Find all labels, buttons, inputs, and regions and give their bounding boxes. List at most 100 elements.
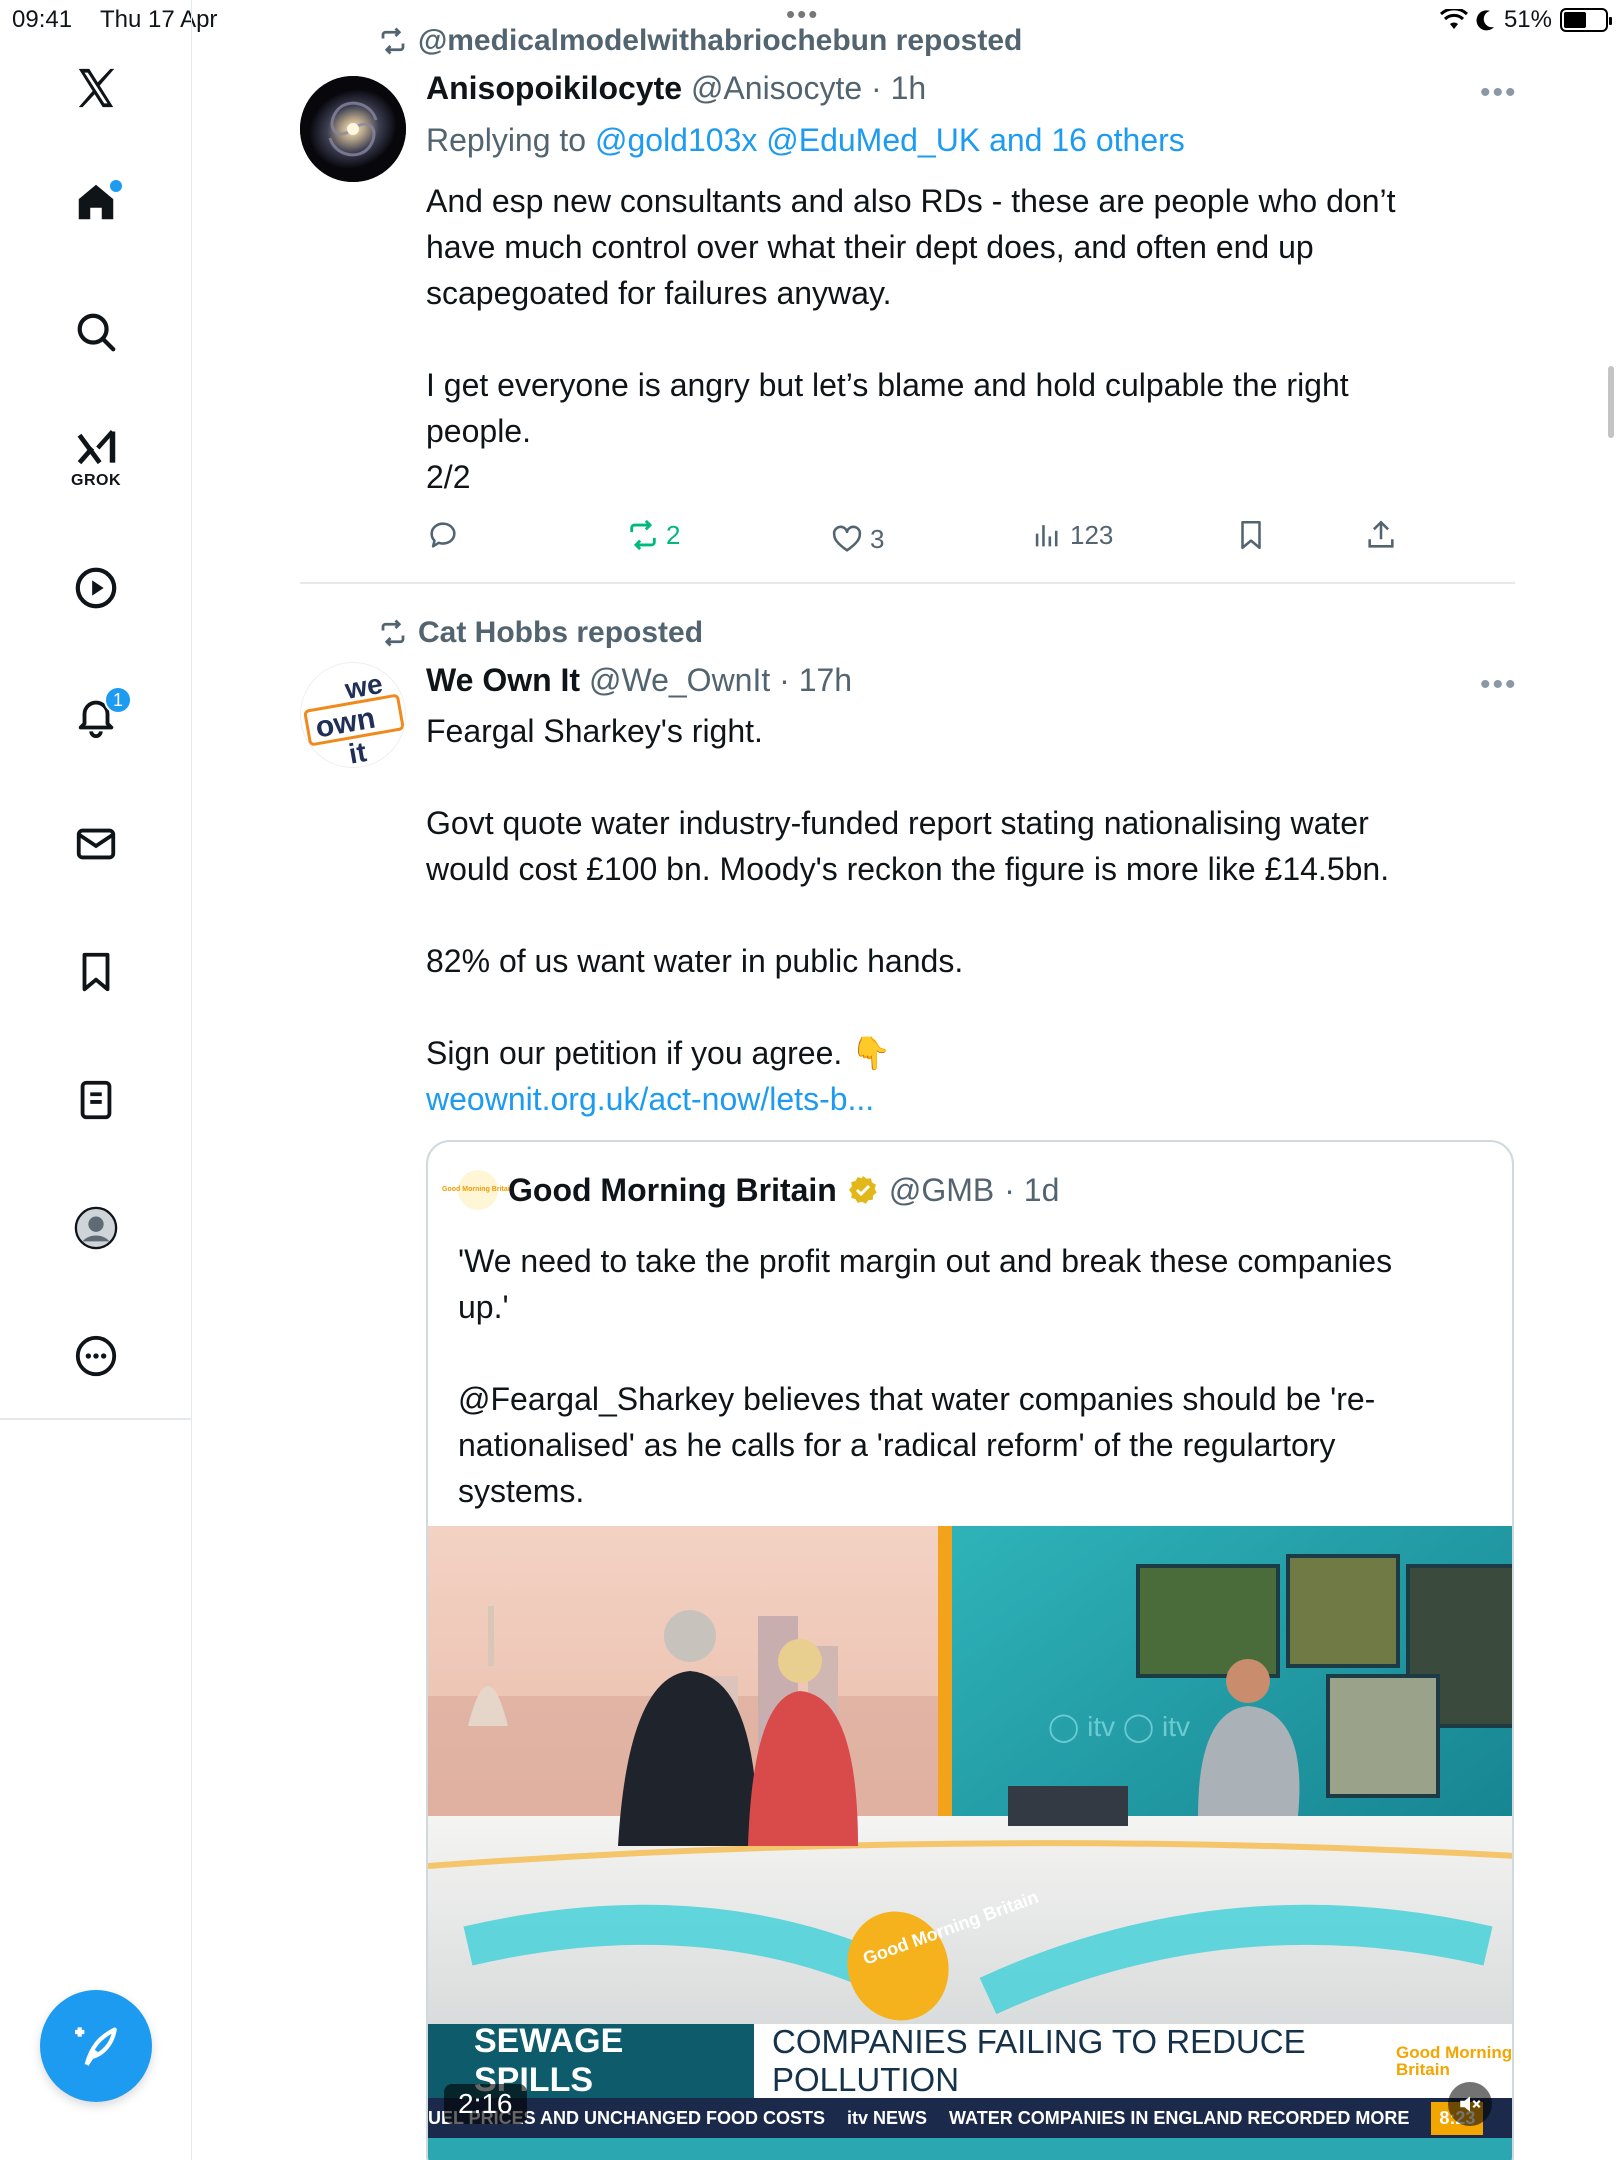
reply-icon bbox=[430, 522, 456, 548]
post-line: Sign our petition if you agree. 👇 bbox=[426, 1035, 891, 1071]
more-circle-icon bbox=[75, 1335, 117, 1377]
lists-icon bbox=[80, 1080, 112, 1120]
views-icon bbox=[1035, 525, 1058, 547]
gmb-avatar[interactable]: Good Morning Britain bbox=[442, 1170, 514, 1210]
news-ticker: UEL PRICES AND UNCHANGED FOOD COSTS itv … bbox=[428, 2098, 1512, 2138]
post-line-blank bbox=[426, 316, 1506, 362]
repost-count: 2 bbox=[666, 519, 681, 550]
post-line: Feargal Sharkey's right. bbox=[426, 713, 763, 749]
quoted-post[interactable]: Good Morning Britain Good Morning Britai… bbox=[426, 1140, 1514, 2160]
compose-button[interactable] bbox=[40, 1990, 152, 2102]
replying-to: Replying to @gold103x @EduMed_UK and 16 … bbox=[426, 122, 1185, 159]
post-body: Feargal Sharkey's right. Govt quote wate… bbox=[426, 708, 1506, 1122]
moon-icon bbox=[1476, 10, 1494, 31]
status-right: 51% bbox=[1439, 6, 1612, 34]
quote-body: 'We need to take the profit margin out a… bbox=[458, 1238, 1478, 1514]
quote-line: nationalised' as he calls for a 'radical… bbox=[458, 1427, 1336, 1463]
repost-indicator[interactable]: @medicalmodelwithabriochebun reposted bbox=[378, 24, 1022, 58]
sidebar-item-more[interactable] bbox=[56, 1316, 136, 1396]
video-player[interactable]: ◯ itv ◯ itv Good Morning Britain SEWAGE … bbox=[428, 1526, 1512, 2160]
sidebar-divider bbox=[0, 1418, 192, 1420]
quote-line: systems. bbox=[458, 1473, 585, 1509]
repost-indicator[interactable]: Cat Hobbs reposted bbox=[378, 616, 703, 650]
avatar[interactable] bbox=[300, 76, 406, 182]
sidebar-item-notifications[interactable]: 1 bbox=[56, 676, 136, 756]
quote-author-name[interactable]: Good Morning Britain bbox=[508, 1172, 837, 1209]
mute-button[interactable] bbox=[1448, 2082, 1492, 2126]
quote-author-handle[interactable]: @GMB bbox=[889, 1172, 994, 1209]
post-divider bbox=[300, 582, 1515, 584]
more-options-icon[interactable]: ••• bbox=[1480, 668, 1518, 702]
repost-button[interactable]: 2 bbox=[626, 518, 680, 552]
speaker-muted-icon bbox=[1460, 2096, 1481, 2112]
bookmark-icon bbox=[82, 952, 110, 992]
galaxy-avatar-image bbox=[300, 76, 406, 182]
post-line: And esp new consultants and also RDs - t… bbox=[426, 183, 1396, 219]
quote-header: Good Morning Britain Good Morning Britai… bbox=[442, 1170, 1060, 1210]
post-line: I get everyone is angry but let’s blame … bbox=[426, 367, 1349, 403]
bookmark-button[interactable] bbox=[1234, 518, 1268, 552]
post-line-blank bbox=[426, 892, 1506, 938]
sidebar-item-bookmarks[interactable] bbox=[56, 932, 136, 1012]
post-body: And esp new consultants and also RDs - t… bbox=[426, 178, 1506, 500]
sidebar-item-profile[interactable] bbox=[56, 1188, 136, 1268]
grok-icon bbox=[77, 430, 116, 465]
post-line-blank bbox=[426, 754, 1506, 800]
replying-prefix: Replying to bbox=[426, 122, 595, 158]
profile-icon bbox=[74, 1206, 118, 1250]
avatar[interactable]: we own it bbox=[300, 662, 406, 768]
post-line: have much control over what their dept d… bbox=[426, 229, 1314, 265]
repost-icon bbox=[381, 27, 405, 55]
quote-line-blank bbox=[458, 1330, 1478, 1376]
sidebar-item-search[interactable] bbox=[56, 292, 136, 372]
battery-percent: 51% bbox=[1503, 6, 1552, 33]
share-button[interactable] bbox=[1364, 518, 1398, 552]
post-header: Anisopoikilocyte @Anisocyte · 1h bbox=[426, 70, 926, 107]
multitasking-dots-icon[interactable]: ••• bbox=[786, 1, 819, 27]
views-button[interactable]: 123 bbox=[1030, 518, 1113, 552]
post-line: 2/2 bbox=[426, 459, 471, 495]
scrollbar-thumb[interactable] bbox=[1608, 366, 1614, 438]
headline-right: COMPANIES FAILING TO REDUCE POLLUTION bbox=[754, 2023, 1396, 2098]
video-duration: 2:16 bbox=[444, 2084, 527, 2124]
sidebar-item-home[interactable] bbox=[56, 162, 136, 242]
view-count: 123 bbox=[1070, 519, 1114, 550]
post-line: Govt quote water industry-funded report … bbox=[426, 805, 1369, 841]
x-logo-svg bbox=[78, 68, 115, 108]
video-play-icon bbox=[75, 567, 117, 609]
repost-by-text: Cat Hobbs reposted bbox=[418, 616, 704, 649]
heart-icon bbox=[832, 525, 862, 552]
petition-link[interactable]: weownit.org.uk/act-now/lets-b... bbox=[426, 1076, 1506, 1122]
post-time[interactable]: · 1h bbox=[871, 70, 926, 106]
repost-icon bbox=[381, 619, 405, 647]
author-handle[interactable]: @Anisocyte bbox=[691, 70, 862, 106]
compose-feather-icon bbox=[75, 2027, 117, 2066]
reply-button[interactable] bbox=[426, 518, 460, 552]
sidebar-item-video[interactable] bbox=[56, 548, 136, 628]
sidebar-item-messages[interactable] bbox=[56, 804, 136, 884]
author-handle[interactable]: @We_OwnIt bbox=[589, 662, 770, 698]
sidebar-item-grok[interactable]: GROK bbox=[56, 418, 136, 498]
repost-by-text: @medicalmodelwithabriochebun reposted bbox=[418, 24, 1023, 57]
bookmark-icon bbox=[1241, 520, 1261, 550]
post-time[interactable]: · 17h bbox=[779, 662, 852, 698]
quote-line: 'We need to take the profit margin out a… bbox=[458, 1243, 1393, 1279]
verified-badge-icon bbox=[848, 1176, 877, 1204]
more-options-icon[interactable]: ••• bbox=[1480, 76, 1518, 110]
like-button[interactable]: 3 bbox=[830, 522, 884, 556]
author-name[interactable]: We Own It bbox=[426, 662, 580, 698]
sidebar: GROK 1 bbox=[0, 0, 192, 2160]
home-notification-dot bbox=[110, 180, 122, 192]
quote-line: @Feargal_Sharkey believes that water com… bbox=[458, 1381, 1376, 1417]
ticker-right: WATER COMPANIES IN ENGLAND RECORDED MORE bbox=[949, 2107, 1410, 2128]
svg-text:◯ itv ◯ itv: ◯ itv ◯ itv bbox=[1048, 1711, 1190, 1743]
battery-icon bbox=[1560, 8, 1612, 32]
author-name[interactable]: Anisopoikilocyte bbox=[426, 70, 682, 106]
replying-to-users-link[interactable]: @gold103x @EduMed_UK and 16 others bbox=[595, 122, 1185, 158]
x-logo-icon[interactable] bbox=[56, 48, 136, 128]
post-line: people. bbox=[426, 413, 531, 449]
post-line: would cost £100 bn. Moody's reckon the f… bbox=[426, 851, 1390, 887]
quote-time: · 1d bbox=[1004, 1171, 1060, 1208]
quote-line: up.' bbox=[458, 1289, 509, 1325]
sidebar-item-lists[interactable] bbox=[56, 1060, 136, 1140]
